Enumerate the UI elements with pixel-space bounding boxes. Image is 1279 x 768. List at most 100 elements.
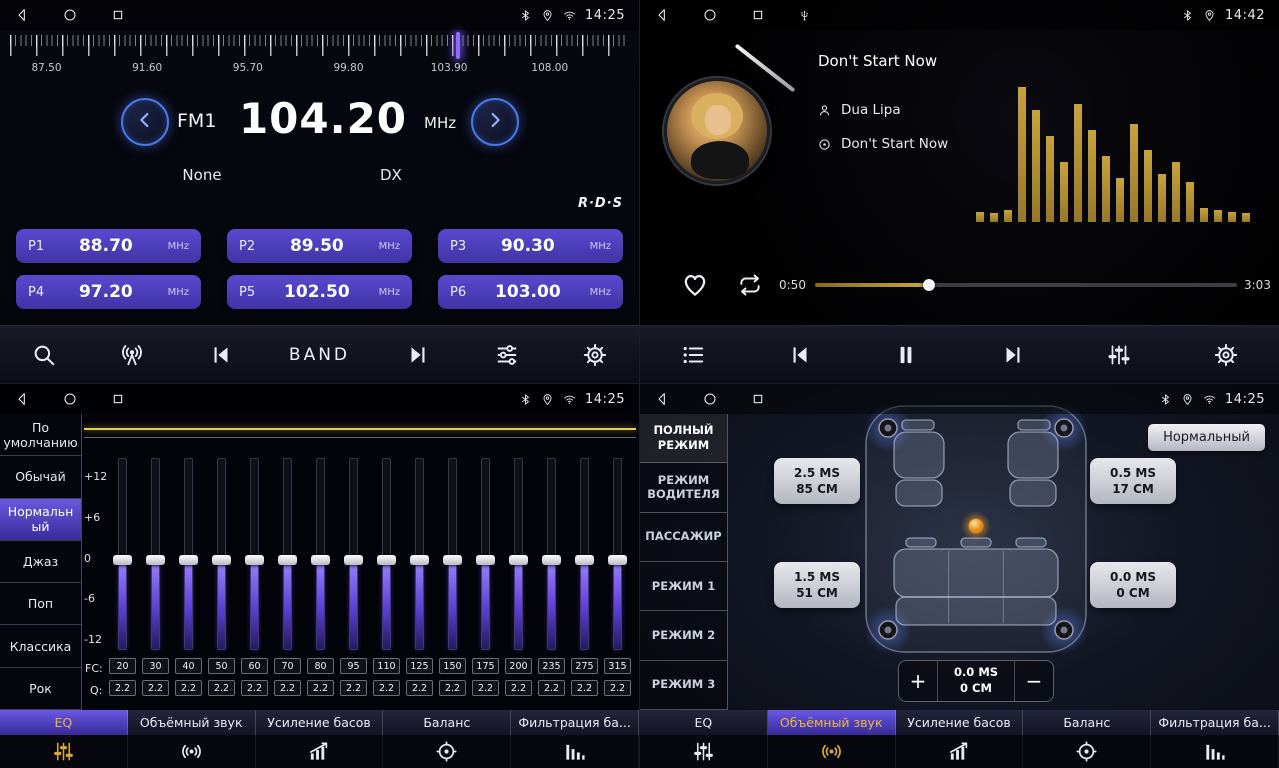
tab-bass-boost[interactable]: Усиление басов [896,710,1024,768]
settings-button[interactable] [575,342,615,368]
mode-2[interactable]: РЕЖИМ 2 [640,611,727,660]
eq-band-slider[interactable] [436,458,469,654]
back-icon[interactable] [654,391,670,407]
slider-handle[interactable] [377,555,396,565]
tab-surround[interactable]: Объёмный звук [128,710,256,768]
search-button[interactable] [24,342,64,368]
eq-band-slider[interactable] [568,458,601,654]
preset-button-p6[interactable]: P6103.00MHz [438,275,623,309]
tab-eq[interactable]: EQ [0,710,128,768]
eq-button[interactable] [1099,342,1139,368]
mode-passenger[interactable]: ПАССАЖИР [640,513,727,562]
slider-handle[interactable] [146,555,165,565]
eq-band-slider[interactable] [370,458,403,654]
preset-button-p5[interactable]: P5102.50MHz [227,275,412,309]
pause-button[interactable] [886,342,926,368]
eq-band-slider[interactable] [172,458,205,654]
slider-handle[interactable] [311,555,330,565]
frequency-ruler[interactable] [10,35,629,61]
tab-eq[interactable]: EQ [640,710,768,768]
seek-bar-knob[interactable] [923,279,935,291]
slider-handle[interactable] [113,555,132,565]
tab-surround[interactable]: Объёмный звук [768,710,896,768]
slider-handle[interactable] [245,555,264,565]
prev-station-button[interactable] [201,342,241,368]
preset-button-p4[interactable]: P497.20MHz [16,275,201,309]
slider-handle[interactable] [542,555,561,565]
slider-handle[interactable] [410,555,429,565]
delay-ms: 0.5 MS [1110,465,1156,481]
settings-button[interactable] [1206,342,1246,368]
eq-band-slider[interactable] [271,458,304,654]
slider-handle[interactable] [212,555,231,565]
eq-preset-normal[interactable]: Нормальный [0,499,81,541]
recents-icon[interactable] [750,391,766,407]
tab-filter[interactable]: Фильтрация ба... [1151,710,1279,768]
eq-band-slider[interactable] [139,458,172,654]
eq-band-slider[interactable] [238,458,271,654]
next-track-button[interactable] [993,342,1033,368]
back-icon[interactable] [14,7,30,23]
favorite-button[interactable] [680,269,710,299]
field-preset-button[interactable]: Нормальный [1148,424,1265,451]
delay-decrease-button[interactable]: − [1015,661,1053,701]
recents-icon[interactable] [110,391,126,407]
home-icon[interactable] [62,391,78,407]
preset-button-p2[interactable]: P289.50MHz [227,229,412,263]
recents-icon[interactable] [750,7,766,23]
band-button[interactable]: BAND [289,345,350,365]
seek-up-button[interactable] [471,98,519,146]
slider-handle[interactable] [443,555,462,565]
eq-band-slider[interactable] [469,458,502,654]
eq-preset-jazz[interactable]: Джаз [0,541,81,583]
seek-bar[interactable] [815,283,1237,287]
eq-band-slider[interactable] [535,458,568,654]
slider-handle[interactable] [179,555,198,565]
recents-icon[interactable] [110,7,126,23]
sound-field-screen: ПОЛНЫЙ РЕЖИМРЕЖИМ ВОДИТЕЛЯПАССАЖИРРЕЖИМ … [640,384,1279,768]
tab-balance[interactable]: Баланс [1023,710,1151,768]
home-icon[interactable] [702,7,718,23]
tab-filter[interactable]: Фильтрация ба... [511,710,639,768]
eq-preset-custom[interactable]: Обычай [0,456,81,498]
seek-down-button[interactable] [121,98,169,146]
back-icon[interactable] [654,7,670,23]
slider-handle[interactable] [278,555,297,565]
mode-full[interactable]: ПОЛНЫЙ РЕЖИМ [640,414,727,463]
slider-handle[interactable] [608,555,627,565]
eq-preset-default[interactable]: По умолчанию [0,414,81,456]
tab-bass-boost[interactable]: Усиление басов [256,710,384,768]
playlist-button[interactable] [673,342,713,368]
eq-band-slider[interactable] [304,458,337,654]
slider-handle[interactable] [509,555,528,565]
eq-preset-classic[interactable]: Классика [0,625,81,667]
eq-band-slider[interactable] [205,458,238,654]
tab-balance[interactable]: Баланс [383,710,511,768]
album-art[interactable] [664,78,770,184]
eq-band-slider[interactable] [502,458,535,654]
slider-handle[interactable] [575,555,594,565]
preset-button-p1[interactable]: P188.70MHz [16,229,201,263]
next-station-button[interactable] [398,342,438,368]
mode-1[interactable]: РЕЖИМ 1 [640,562,727,611]
eq-band-slider[interactable] [337,458,370,654]
broadcast-button[interactable] [112,342,152,368]
eq-band-slider[interactable] [403,458,436,654]
delay-increase-button[interactable]: + [899,661,937,701]
preset-button-p3[interactable]: P390.30MHz [438,229,623,263]
slider-handle[interactable] [344,555,363,565]
slider-handle[interactable] [476,555,495,565]
audio-settings-button[interactable] [487,342,527,368]
eq-preset-pop[interactable]: Поп [0,583,81,625]
eq-band-slider[interactable] [601,458,634,654]
home-icon[interactable] [62,7,78,23]
eq-band-slider[interactable] [106,458,139,654]
back-icon[interactable] [14,391,30,407]
mode-driver[interactable]: РЕЖИМ ВОДИТЕЛЯ [640,463,727,512]
mode-3[interactable]: РЕЖИМ 3 [640,661,727,710]
ruler-major-ticks [10,35,629,56]
eq-preset-rock[interactable]: Рок [0,668,81,710]
home-icon[interactable] [702,391,718,407]
repeat-button[interactable] [737,272,763,298]
prev-track-button[interactable] [780,342,820,368]
